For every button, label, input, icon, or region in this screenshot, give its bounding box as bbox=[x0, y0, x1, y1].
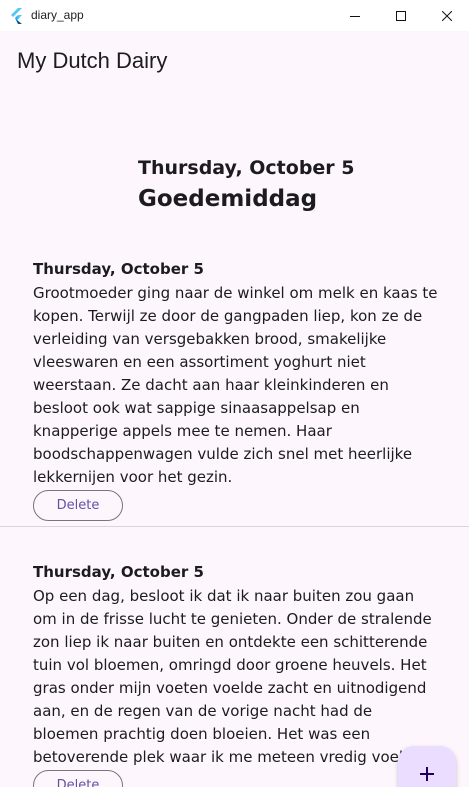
flutter-logo-icon bbox=[11, 8, 22, 24]
entry-text: Op een dag, besloot ik dat ik naar buite… bbox=[33, 587, 432, 766]
current-date: Thursday, October 5 bbox=[138, 157, 355, 179]
maximize-button[interactable] bbox=[378, 0, 424, 31]
diary-entry: Thursday, October 5 Grootmoeder ging naa… bbox=[33, 259, 443, 521]
minimize-button[interactable] bbox=[332, 0, 378, 31]
add-icon bbox=[420, 767, 434, 781]
entry-date: Thursday, October 5 bbox=[33, 260, 204, 278]
window-title: diary_app bbox=[31, 8, 84, 22]
window-titlebar[interactable]: diary_app bbox=[0, 0, 469, 31]
add-entry-button[interactable] bbox=[398, 746, 456, 787]
entry-date: Thursday, October 5 bbox=[33, 563, 204, 581]
close-button[interactable] bbox=[424, 0, 469, 31]
greeting-text: Goedemiddag bbox=[138, 186, 318, 212]
app-bar: My Dutch Dairy bbox=[0, 31, 469, 91]
entry-text: Grootmoeder ging naar de winkel om melk … bbox=[33, 284, 438, 486]
maximize-icon bbox=[396, 10, 406, 21]
minimize-icon bbox=[350, 15, 360, 17]
close-icon bbox=[442, 10, 452, 21]
delete-button[interactable]: Delete bbox=[33, 490, 123, 521]
diary-entry: Thursday, October 5 Op een dag, besloot … bbox=[33, 562, 443, 787]
entry-divider bbox=[0, 526, 469, 527]
app-window: diary_app My Dutch Dairy Thursday, Octob… bbox=[0, 0, 469, 787]
app-bar-title: My Dutch Dairy bbox=[17, 48, 168, 73]
delete-button[interactable]: Delete bbox=[33, 770, 123, 787]
